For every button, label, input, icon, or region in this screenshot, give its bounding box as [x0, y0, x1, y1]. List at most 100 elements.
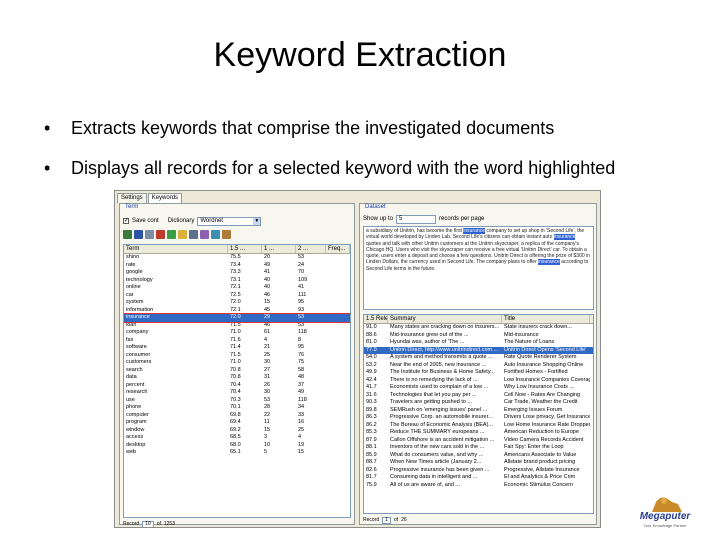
keyword-row[interactable]: system 72.0 15 95 [124, 299, 350, 307]
keyword-row[interactable]: web 65.1 5 15 [124, 449, 350, 457]
show-count-input[interactable]: 5 [396, 214, 437, 224]
tab-bar: Settings Keywords [117, 193, 183, 203]
record-row[interactable]: 88.7 When New Times article (January 2...… [364, 459, 593, 467]
record-row[interactable]: 31.6 Technologies that let you pay per ..… [364, 392, 593, 400]
keyword-row[interactable]: technology 73.1 40 109 [124, 277, 350, 285]
record-spinner[interactable]: 1 [382, 516, 391, 524]
keyword-row[interactable]: information 72.1 45 93 [124, 307, 350, 315]
keyword-row[interactable]: customers 71.0 30 75 [124, 359, 350, 367]
record-summary-cell: Progressive Corp. an automobile insurer.… [390, 414, 493, 420]
record-text: a subsidiary of Unitrin, has become the … [366, 228, 464, 234]
record-text-viewer[interactable]: a subsidiary of Unitrin, has become the … [363, 226, 594, 310]
keyword-row[interactable]: use 70.3 53 118 [124, 397, 350, 405]
record-row[interactable]: 87.9 Callon Offshore is an accident mitig… [364, 437, 593, 445]
record-row[interactable]: 54.0 A system and method transmits a quot… [364, 354, 593, 362]
record-summary-cell: Technologies that let you pay per ... [390, 391, 477, 398]
export-icon[interactable] [211, 230, 220, 239]
keyword-row[interactable]: insurance 72.0 29 53 [124, 313, 350, 323]
record-row[interactable]: 88.1 Inventors of the new cars sold in th… [364, 444, 593, 452]
keyword-score-cell: 70.1 [230, 404, 241, 410]
record-row[interactable]: 82.6 Progressive insurance has been given… [364, 467, 593, 475]
keyword-row[interactable]: phone 70.1 28 34 [124, 404, 350, 412]
keyword-term-cell: information [126, 306, 154, 313]
keyword-row[interactable]: program 69.4 11 16 [124, 419, 350, 427]
folder-icon[interactable] [178, 230, 187, 239]
delete-icon[interactable] [156, 230, 165, 239]
keyword-row[interactable]: consumer 71.5 25 76 [124, 352, 350, 360]
settings-icon[interactable] [222, 230, 231, 239]
keyword-score-cell: 70.8 [230, 374, 241, 380]
keyword-row[interactable]: company 71.0 61 118 [124, 329, 350, 337]
keyword-row[interactable]: percent 70.4 26 37 [124, 382, 350, 390]
column-header-relevance[interactable]: 1.5 Rele... [364, 315, 388, 323]
keyword-row[interactable]: shino 75.5 20 53 [124, 254, 350, 262]
keyword-row[interactable]: window 69.2 15 25 [124, 427, 350, 435]
keyword-score-cell: 72.0 [230, 314, 241, 320]
record-relevance-cell: 81.0 [366, 339, 377, 345]
keyword-row[interactable]: loan 71.5 46 53 [124, 322, 350, 330]
column-header-term[interactable]: Term [124, 245, 228, 253]
record-row[interactable]: 89.8 SEMRush on 'emerging issues' panel .… [364, 407, 593, 415]
show-row: Show up to 5 records per page [363, 214, 484, 224]
column-header-title[interactable]: Title [502, 315, 590, 323]
record-title-cell: Why Low Insurance Costs ... [504, 384, 574, 390]
chart-icon[interactable] [200, 230, 209, 239]
record-row[interactable]: 49.9 The Institute for Business & Home Sa… [364, 369, 593, 377]
keyword-freq-cell: 95 [298, 299, 305, 305]
of-label: of [393, 517, 399, 523]
record-title-cell: Allstate brand product pricing [504, 459, 576, 465]
record-row[interactable]: 42.4 There is no remedying the lack of ..… [364, 377, 593, 385]
keyword-count-cell: 29 [264, 314, 271, 320]
record-row[interactable]: 77.0 Unitrin Direct, http://www.unitrindi… [364, 346, 593, 354]
keyword-row[interactable]: data 70.8 31 48 [124, 374, 350, 382]
keyword-score-cell: 72.1 [230, 284, 241, 290]
keyword-row[interactable]: rate 73.4 49 24 [124, 262, 350, 270]
logo-name: Megaputer [639, 511, 691, 522]
tab-settings[interactable]: Settings [117, 193, 147, 203]
keyword-term-cell: google [126, 269, 143, 275]
tab-keywords[interactable]: Keywords [147, 193, 183, 203]
keyword-row[interactable]: car 72.5 46 111 [124, 292, 350, 300]
refresh-icon[interactable] [167, 230, 176, 239]
table-icon[interactable] [134, 230, 143, 239]
dictionary-select[interactable]: Wordnet ▼ [197, 216, 262, 226]
keyword-row[interactable]: google 73.3 41 70 [124, 269, 350, 277]
keyword-row[interactable]: access 68.5 3 4 [124, 434, 350, 442]
record-row[interactable]: 81.7 Consuming data in intelligent and ..… [364, 474, 593, 482]
keyword-score-cell: 73.4 [230, 261, 241, 268]
record-row[interactable]: 81.0 Hyundai was, author of 'The ... The N… [364, 339, 593, 347]
record-spinner[interactable]: 10 [142, 520, 154, 527]
record-row[interactable]: 41.7 Economists used to complain of a low… [364, 384, 593, 392]
record-row[interactable]: 91.0 Many states are cracking down on ins… [364, 324, 593, 332]
record-row[interactable]: 88.6 Mid-insurance grew out of the ... Mid… [364, 332, 593, 340]
keyword-row[interactable]: software 71.4 21 95 [124, 344, 350, 352]
record-row[interactable]: 85.9 What do consumers value, and why ...… [364, 452, 593, 460]
keyword-row[interactable]: computer 69.8 22 33 [124, 412, 350, 420]
keyword-row[interactable]: research 70.4 30 49 [124, 389, 350, 397]
record-row[interactable]: 85.3 Reduce THE SUMMARY europeans ... Amer… [364, 429, 593, 437]
highlighted-keyword: insurance [463, 228, 485, 234]
record-row[interactable]: 75.9 All of us are aware of, and ... Econo… [364, 482, 593, 490]
column-header-freq[interactable]: Freq... [326, 245, 350, 253]
keyword-row[interactable]: fax 71.6 4 8 [124, 337, 350, 345]
column-header-score[interactable]: 1.5 ... [228, 245, 262, 253]
filter-icon[interactable] [145, 230, 154, 239]
keyword-score-cell: 71.0 [230, 329, 241, 335]
save-cont-checkbox[interactable]: ✓ [123, 218, 129, 224]
record-row[interactable]: 86.3 Progressive Corp. an automobile insu… [364, 414, 593, 422]
column-header-col3[interactable]: 2 ... [296, 245, 326, 253]
column-header-col2[interactable]: 1 ... [262, 245, 296, 253]
record-title-cell: State insurers crack down... [504, 324, 572, 330]
keyword-freq-cell: 58 [298, 366, 305, 373]
keyword-row[interactable]: desktop 68.0 10 19 [124, 442, 350, 450]
record-row[interactable]: 86.2 The Bureau of Economic Analysis (BEA… [364, 422, 593, 430]
keyword-row[interactable]: search 70.8 27 58 [124, 367, 350, 375]
record-row[interactable]: 53.2 Near the end of 2005, new insurance … [364, 362, 593, 370]
record-relevance-cell: 90.3 [366, 399, 377, 405]
column-header-summary[interactable]: Summary [388, 315, 502, 323]
keyword-term-cell: customers [126, 359, 152, 365]
save-icon[interactable] [189, 230, 198, 239]
keyword-row[interactable]: online 72.1 40 41 [124, 284, 350, 292]
sort-icon[interactable] [123, 230, 132, 239]
record-row[interactable]: 90.3 Travelers are getting pushed to ... C… [364, 399, 593, 407]
